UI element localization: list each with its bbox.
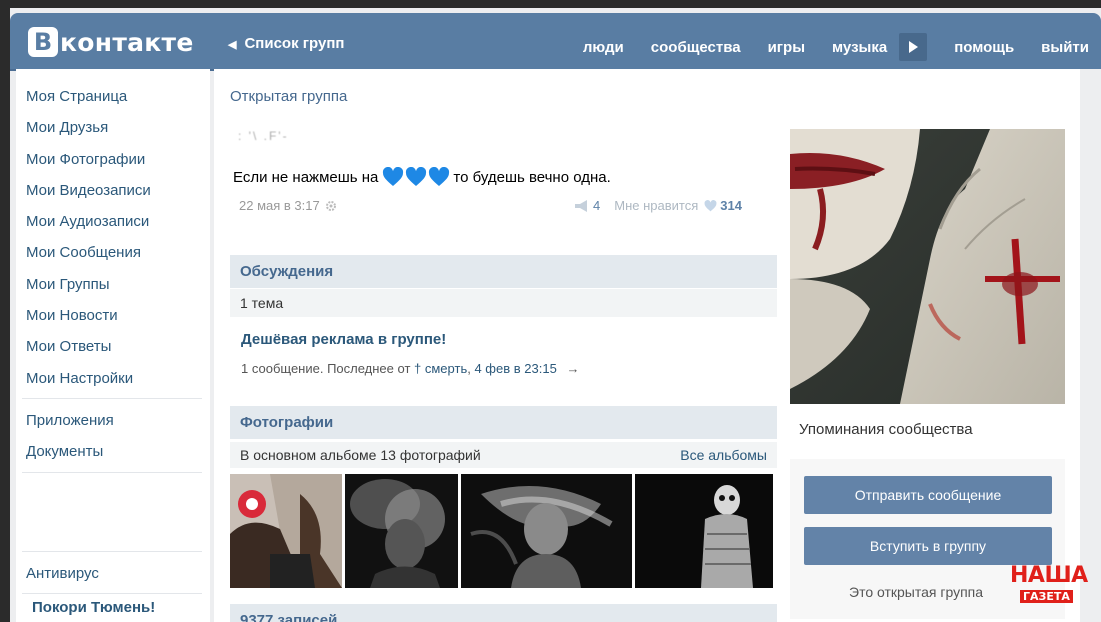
like-label[interactable]: Мне нравится xyxy=(614,198,698,213)
sidebar-divider xyxy=(22,592,202,594)
group-main: Открытая группа : '\ .F'- Если не нажмеш… xyxy=(214,69,1080,622)
nav-people[interactable]: люди xyxy=(583,39,624,56)
photo-smoke-portrait xyxy=(345,474,458,588)
post-date[interactable]: 22 мая в 3:17 xyxy=(239,198,320,213)
sidebar-item-antivirus[interactable]: Антивирус xyxy=(16,558,210,589)
watermark-bottom-text: ГАЗЕТА xyxy=(1020,590,1073,603)
nasha-gazeta-watermark: НАША ГАЗЕТА xyxy=(1010,563,1088,603)
topic-meta-prefix: 1 сообщение. Последнее от xyxy=(241,361,411,376)
group-status-blurred: : '\ .F'- xyxy=(238,129,289,143)
nav-music[interactable]: музыка xyxy=(832,39,887,56)
logo-letter: В xyxy=(28,27,58,57)
megaphone-icon[interactable] xyxy=(574,199,590,212)
music-player-button[interactable] xyxy=(899,33,928,61)
logo-text: контакте xyxy=(60,27,194,57)
photo-thumb[interactable] xyxy=(635,474,773,588)
photo-motion-blur-woman xyxy=(461,474,632,588)
blue-heart-icon xyxy=(429,167,450,186)
sidebar-divider xyxy=(22,550,202,552)
pinned-post-text: Если не нажмешь на то будешь вечно одна. xyxy=(233,167,611,187)
vk-page: В контакте ◀ Список групп люди сообщества… xyxy=(10,8,1101,622)
sidebar-item-photos[interactable]: Мои Фотографии xyxy=(16,144,210,175)
all-albums-link[interactable]: Все альбомы xyxy=(680,447,767,463)
sidebar-item-groups[interactable]: Мои Группы xyxy=(16,269,210,300)
post-meta: 22 мая в 3:17 xyxy=(239,198,337,213)
post-text-after: то будешь вечно одна. xyxy=(453,168,611,186)
chevron-left-icon: ◀ xyxy=(228,39,237,51)
gear-icon[interactable] xyxy=(325,200,337,212)
album-row: В основном альбоме 13 фотографий Все аль… xyxy=(230,442,777,468)
sidebar-item-answers[interactable]: Мои Ответы xyxy=(16,331,210,362)
sidebar-item-documents[interactable]: Документы xyxy=(16,436,210,467)
top-nav: люди сообщества игры музыка помощь выйти xyxy=(556,33,1089,61)
join-group-button[interactable]: Вступить в группу xyxy=(804,527,1052,565)
like-count: 314 xyxy=(720,198,742,213)
topic-meta: 1 сообщение. Последнее от † смерть, 4 фе… xyxy=(241,361,580,376)
post-text-before: Если не нажмешь на xyxy=(233,168,379,186)
screen-left-border xyxy=(0,0,10,622)
repost-count: 4 xyxy=(593,198,601,213)
sidebar-item-news[interactable]: Мои Новости xyxy=(16,300,210,331)
avatar-image xyxy=(790,129,1065,404)
sidebar-divider xyxy=(22,397,202,399)
posts-header[interactable]: 9377 записей xyxy=(230,604,777,622)
nav-communities[interactable]: сообщества xyxy=(651,39,741,56)
sidebar-menu: Моя Страница Мои Друзья Мои Фотографии М… xyxy=(16,69,210,594)
play-icon xyxy=(909,41,919,53)
nav-logout[interactable]: выйти xyxy=(1041,39,1089,56)
photo-skull-mask-figure xyxy=(635,474,773,588)
watermark-top-text: НАША xyxy=(1010,563,1088,588)
discussions-header[interactable]: Обсуждения xyxy=(230,255,777,288)
album-photo-count: В основном альбоме 13 фотографий xyxy=(240,447,481,463)
topic-time-link[interactable]: 4 фев в 23:15 xyxy=(474,361,556,376)
community-mentions-link[interactable]: Упоминания сообщества xyxy=(799,421,973,438)
sidebar-item-settings[interactable]: Мои Настройки xyxy=(16,363,210,394)
top-header: В контакте ◀ Список групп люди сообщества… xyxy=(10,13,1101,69)
topic-author-link[interactable]: † смерть xyxy=(414,361,467,376)
back-to-groups-link[interactable]: ◀ Список групп xyxy=(228,35,344,52)
blue-heart-icon xyxy=(406,167,427,186)
nav-games[interactable]: игры xyxy=(768,39,805,56)
sidebar-item-apps[interactable]: Приложения xyxy=(16,405,210,436)
sidebar-promo-link[interactable]: Покори Тюмень! xyxy=(32,599,155,616)
vk-logo[interactable]: В контакте xyxy=(28,27,194,57)
nav-help[interactable]: помощь xyxy=(954,39,1014,56)
photo-girl-red-lips xyxy=(230,474,342,588)
photo-thumb[interactable] xyxy=(461,474,632,588)
photo-thumb[interactable] xyxy=(230,474,342,588)
post-stats: 4 Мне нравится 314 xyxy=(574,198,742,213)
photo-thumb[interactable] xyxy=(345,474,458,588)
arrow-right-icon[interactable]: → xyxy=(566,361,579,376)
group-avatar[interactable] xyxy=(790,129,1065,404)
sidebar-item-messages[interactable]: Мои Сообщения xyxy=(16,237,210,268)
open-group-note: Это открытая группа xyxy=(849,584,984,600)
photo-strip xyxy=(230,474,776,588)
topic-title-link[interactable]: Дешёвая реклама в группе! xyxy=(241,331,446,348)
sidebar-item-my-page[interactable]: Моя Страница xyxy=(16,81,210,112)
right-gutter xyxy=(1080,69,1101,622)
heart-icon[interactable] xyxy=(704,199,717,212)
sidebar-item-friends[interactable]: Мои Друзья xyxy=(16,112,210,143)
hearts-emoji xyxy=(382,167,451,187)
screen-top-border xyxy=(0,0,1101,8)
sidebar-item-audio[interactable]: Мои Аудиозаписи xyxy=(16,206,210,237)
discussions-count: 1 тема xyxy=(230,289,777,317)
photos-header[interactable]: Фотографии xyxy=(230,406,777,439)
group-type-label: Открытая группа xyxy=(230,88,348,105)
blue-heart-icon xyxy=(383,167,404,186)
back-link-label: Список групп xyxy=(244,35,345,52)
sidebar-item-videos[interactable]: Мои Видеозаписи xyxy=(16,175,210,206)
sidebar-divider xyxy=(22,471,202,473)
left-sidebar: Моя Страница Мои Друзья Мои Фотографии М… xyxy=(16,69,210,622)
send-message-button[interactable]: Отправить сообщение xyxy=(804,476,1052,514)
